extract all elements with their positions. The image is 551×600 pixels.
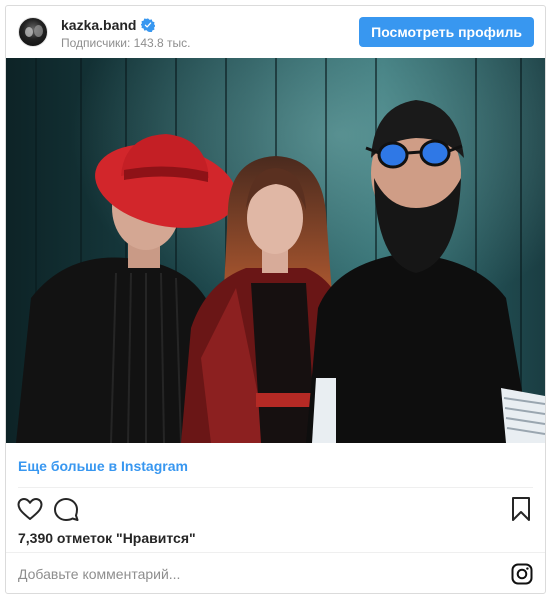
post-header: kazka.band Подписчики: 143.8 тыс. Посмот… xyxy=(6,6,545,58)
heart-icon[interactable] xyxy=(16,495,44,523)
instagram-logo-icon[interactable] xyxy=(511,563,533,585)
band-photo-illustration xyxy=(6,58,545,443)
followers-count: Подписчики: 143.8 тыс. xyxy=(61,36,191,50)
comment-bubble-icon[interactable] xyxy=(52,495,80,523)
divider xyxy=(18,487,533,488)
view-profile-button[interactable]: Посмотреть профиль xyxy=(359,17,534,47)
bookmark-icon[interactable] xyxy=(507,495,535,523)
action-bar xyxy=(6,495,545,525)
instagram-embed-card: kazka.band Подписчики: 143.8 тыс. Посмот… xyxy=(5,5,546,594)
comment-input[interactable] xyxy=(18,563,488,585)
verified-badge-icon xyxy=(141,18,156,32)
post-photo[interactable] xyxy=(6,58,545,443)
username-row: kazka.band xyxy=(61,17,156,33)
divider xyxy=(6,552,545,553)
likes-count[interactable]: 7,390 отметок "Нравится" xyxy=(18,530,196,546)
avatar[interactable] xyxy=(18,17,48,47)
username-link[interactable]: kazka.band xyxy=(61,17,136,33)
more-on-instagram-link[interactable]: Еще больше в Instagram xyxy=(18,458,188,474)
